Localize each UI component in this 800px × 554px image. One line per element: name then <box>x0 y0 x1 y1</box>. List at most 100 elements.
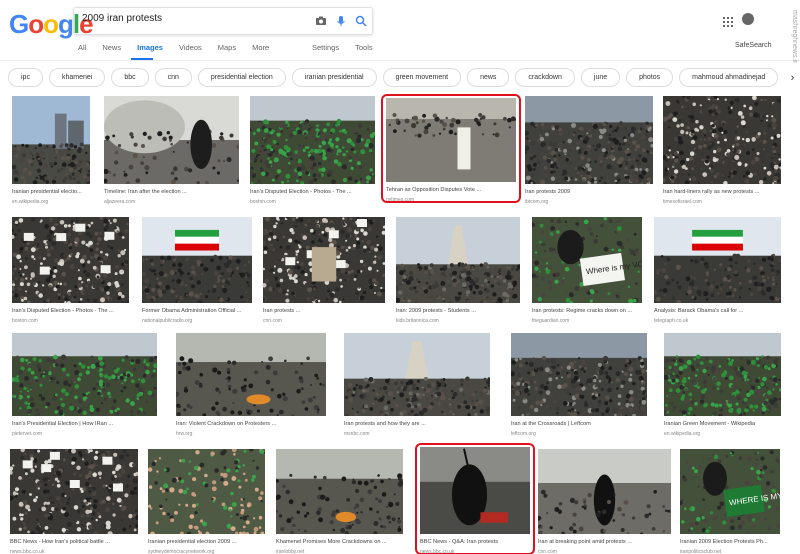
image-result[interactable]: Former Obama Administration Official ...… <box>142 217 252 329</box>
image-thumbnail[interactable] <box>538 449 671 534</box>
image-result[interactable]: Iranian presidential election 2009 ... sy… <box>148 449 265 554</box>
image-caption[interactable]: Iranian presidential election 2009 ... <box>148 539 265 545</box>
image-caption[interactable]: Iranian presidential electio... <box>12 189 90 195</box>
tab-maps[interactable]: Maps <box>218 43 236 52</box>
chip[interactable]: photos <box>626 68 674 87</box>
image-thumbnail[interactable] <box>104 96 239 184</box>
image-thumbnail[interactable] <box>654 217 781 303</box>
tools-link[interactable]: Tools <box>355 43 373 52</box>
image-result[interactable]: Iran's Presidential Election | How IRan … <box>12 333 157 442</box>
image-thumbnail[interactable] <box>12 96 90 184</box>
image-thumbnail[interactable] <box>525 96 653 184</box>
image-thumbnail[interactable]: Where is my VOTE? <box>532 217 642 303</box>
settings-link[interactable]: Settings <box>312 43 339 52</box>
image-thumbnail[interactable] <box>12 217 129 303</box>
image-thumbnail[interactable] <box>250 96 375 184</box>
image-thumbnail[interactable] <box>664 333 781 416</box>
image-caption[interactable]: Iran hard-liners rally as new protests .… <box>663 189 781 195</box>
image-caption[interactable]: Iran at breaking point amid protests ... <box>538 539 671 545</box>
chip[interactable]: crackdown <box>515 68 575 87</box>
chip[interactable]: presidential election <box>197 68 286 87</box>
chip[interactable]: ipc <box>8 68 43 87</box>
image-result[interactable]: Iran protests 2009 ibtcom.org <box>525 96 653 210</box>
photo-sky <box>386 98 516 119</box>
tab-videos[interactable]: Videos <box>179 43 202 52</box>
image-thumbnail[interactable] <box>263 217 385 303</box>
image-thumbnail[interactable] <box>396 217 520 303</box>
image-thumbnail[interactable] <box>420 447 530 534</box>
image-result[interactable]: BBC News - Q&A: Iran protests news.bbc.co… <box>420 447 530 554</box>
chip[interactable]: iranian presidential <box>291 68 377 87</box>
image-result[interactable]: WHERE IS MY VOTE? Iranian 2009 Election P… <box>680 449 780 554</box>
image-result[interactable]: Iran protests ... cnn.com <box>263 217 385 329</box>
tab-all[interactable]: All <box>78 43 86 52</box>
image-result[interactable]: Where is my VOTE? Iran protests: Regime c… <box>532 217 642 329</box>
chip[interactable]: mahmoud ahmadinejad <box>679 68 779 87</box>
account-avatar[interactable] <box>742 13 754 25</box>
image-thumbnail[interactable] <box>148 449 265 534</box>
image-thumbnail[interactable] <box>12 333 157 416</box>
image-caption[interactable]: Iran protests 2009 <box>525 189 653 195</box>
image-result[interactable]: Iran's Disputed Election - Photos - The … <box>12 217 129 329</box>
image-caption[interactable]: Khamenei Promises More Crackdowns on ... <box>276 539 403 545</box>
image-thumbnail[interactable] <box>511 333 647 416</box>
image-result[interactable]: Analysis: Barack Obama's call for ... tel… <box>654 217 781 329</box>
chip[interactable]: cnn <box>154 68 192 87</box>
image-result[interactable]: Iran at the Crossroads | Leftcom leftcom.… <box>511 333 647 442</box>
image-caption[interactable]: Former Obama Administration Official ... <box>142 308 252 314</box>
image-caption[interactable]: Iran's Disputed Election - Photos - The … <box>12 308 129 314</box>
image-caption[interactable]: Iran: 2009 protests - Students ... <box>396 308 520 314</box>
camera-icon[interactable] <box>314 14 328 28</box>
image-caption[interactable]: BBC News - How Iran's political battle .… <box>10 539 138 545</box>
microphone-icon[interactable] <box>334 14 348 28</box>
chips-next-arrow-icon[interactable]: › <box>785 68 800 88</box>
image-result[interactable]: BBC News - How Iran's political battle .… <box>10 449 138 554</box>
image-caption[interactable]: Analysis: Barack Obama's call for ... <box>654 308 781 314</box>
image-caption[interactable]: BBC News - Q&A: Iran protests <box>420 539 530 545</box>
chip[interactable]: khamenei <box>48 68 106 87</box>
protest-sign <box>104 231 115 240</box>
image-thumbnail[interactable] <box>663 96 781 184</box>
image-result[interactable]: Tehran as Opposition Disputes Vote ... ny… <box>386 98 516 208</box>
image-thumbnail[interactable] <box>276 449 403 534</box>
chip[interactable]: green movement <box>382 68 462 87</box>
image-result[interactable]: Timeline: Iran after the election ... alj… <box>104 96 239 210</box>
image-result[interactable]: Iran protests and how they are ... msnbc.… <box>344 333 490 442</box>
chip[interactable]: bbc <box>111 68 149 87</box>
image-thumbnail[interactable]: WHERE IS MY VOTE? <box>680 449 780 534</box>
image-result[interactable]: Khamenei Promises More Crackdowns on ...… <box>276 449 403 554</box>
image-thumbnail[interactable] <box>10 449 138 534</box>
image-caption[interactable]: Iran's Presidential Election | How IRan … <box>12 421 157 427</box>
image-result[interactable]: Iran hard-liners rally as new protests .… <box>663 96 781 210</box>
image-thumbnail[interactable] <box>142 217 252 303</box>
tab-images[interactable]: Images <box>137 43 163 52</box>
image-result[interactable]: Iranian presidential electio... en.wikipe… <box>12 96 90 210</box>
image-caption[interactable]: Iranian Green Movement - Wikipedia <box>664 421 781 427</box>
image-thumbnail[interactable] <box>386 98 516 182</box>
image-caption[interactable]: Iran protests ... <box>263 308 385 314</box>
image-caption[interactable]: Timeline: Iran after the election ... <box>104 189 239 195</box>
image-caption[interactable]: Tehran as Opposition Disputes Vote ... <box>386 187 516 193</box>
chip[interactable]: news <box>467 68 510 87</box>
image-caption[interactable]: Iran protests: Regime cracks down on ... <box>532 308 642 314</box>
image-thumbnail[interactable] <box>176 333 326 416</box>
search-input[interactable] <box>82 13 302 24</box>
image-caption[interactable]: Iran protests and how they are ... <box>344 421 490 427</box>
apps-grid-icon[interactable] <box>723 14 733 32</box>
image-caption[interactable]: Iran at the Crossroads | Leftcom <box>511 421 647 427</box>
image-caption[interactable]: Iran's Disputed Election - Photos - The … <box>250 189 375 195</box>
image-result[interactable]: Iran: Violent Crackdown on Protesters ..… <box>176 333 326 442</box>
search-icon[interactable] <box>354 14 368 28</box>
safesearch-toggle[interactable]: SafeSearch <box>735 42 772 49</box>
image-result[interactable]: Iran: 2009 protests - Students ... kids.b… <box>396 217 520 329</box>
image-caption[interactable]: Iran: Violent Crackdown on Protesters ..… <box>176 421 326 427</box>
image-caption[interactable]: Iranian 2009 Election Protests Ph... <box>680 539 780 545</box>
chip[interactable]: june <box>580 68 621 87</box>
tab-news[interactable]: News <box>102 43 121 52</box>
search-box[interactable] <box>73 7 373 35</box>
image-thumbnail[interactable] <box>344 333 490 416</box>
tab-more[interactable]: More <box>252 43 269 52</box>
image-result[interactable]: Iran at breaking point amid protests ...… <box>538 449 671 554</box>
image-result[interactable]: Iranian Green Movement - Wikipedia en.wik… <box>664 333 781 442</box>
image-result[interactable]: Iran's Disputed Election - Photos - The … <box>250 96 375 210</box>
